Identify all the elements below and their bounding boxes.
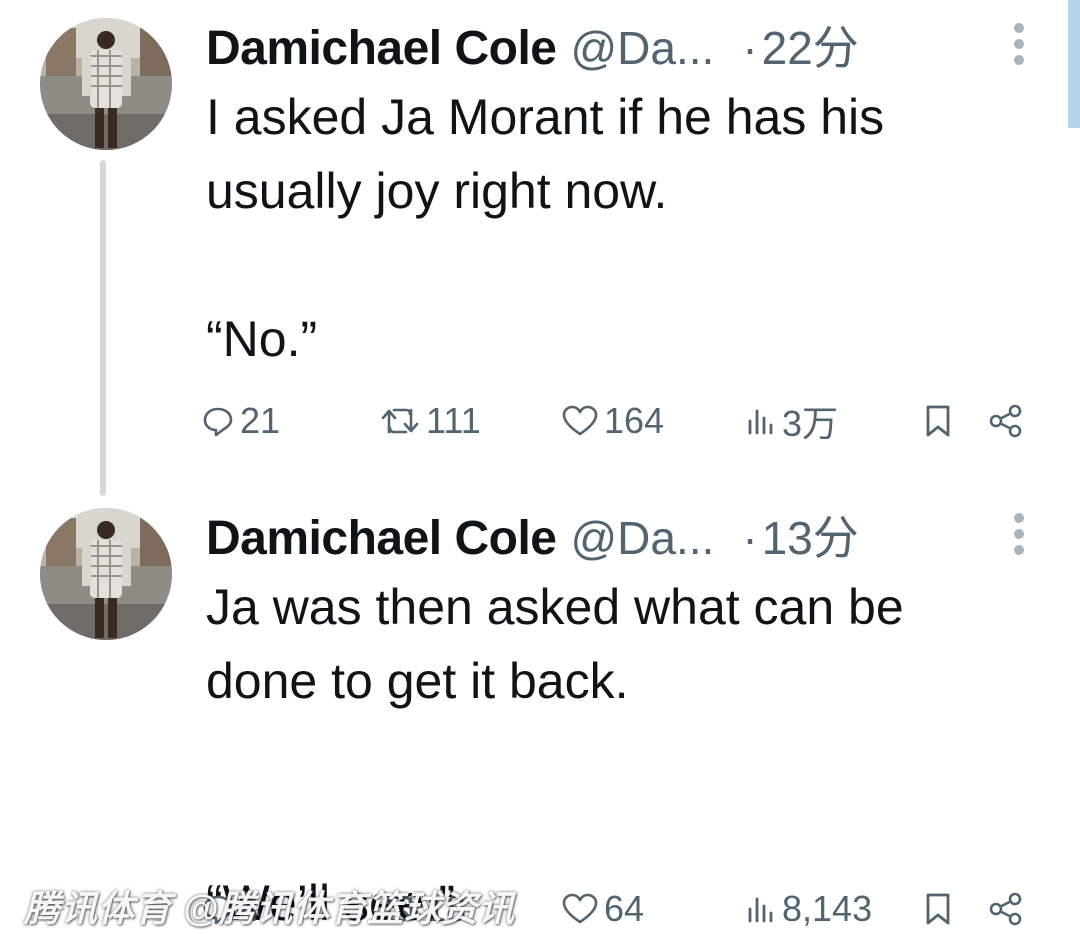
timestamp[interactable]: 22分 — [762, 12, 859, 78]
avatar[interactable] — [40, 18, 172, 150]
avatar[interactable] — [40, 508, 172, 640]
action-bar: 21 111 164 3万 — [200, 396, 1032, 446]
bookmark-icon — [924, 892, 952, 926]
like-count: 64 — [604, 888, 645, 929]
author-name[interactable]: Damichael Cole — [206, 21, 557, 76]
timestamp[interactable]: 13分 — [762, 502, 859, 568]
like-icon — [562, 405, 598, 437]
share-button[interactable] — [988, 396, 1024, 446]
more-icon[interactable] — [1012, 512, 1026, 556]
like-button[interactable]: 164 — [562, 396, 664, 446]
views-count: 3万 — [782, 403, 839, 444]
views-icon — [746, 405, 776, 437]
views-icon — [746, 893, 776, 925]
retweet-count: 111 — [426, 400, 481, 441]
like-icon — [562, 893, 598, 925]
author-name[interactable]: Damichael Cole — [206, 511, 557, 566]
reply-count: 21 — [240, 400, 281, 441]
share-icon — [988, 892, 1024, 926]
views-button[interactable]: 8,143 — [746, 884, 872, 934]
separator-dot: · — [742, 512, 758, 564]
more-icon[interactable] — [1012, 22, 1026, 66]
views-count: 8,143 — [782, 888, 873, 929]
author-handle[interactable]: @Da... — [570, 21, 714, 75]
tweet[interactable]: Damichael Cole @Da... · 13分 Ja was then … — [0, 490, 1080, 934]
author-handle[interactable]: @Da... — [570, 511, 714, 565]
tweet-header: Damichael Cole @Da... · 13分 — [206, 502, 1020, 565]
tweet-header: Damichael Cole @Da... · 22分 — [206, 12, 1020, 75]
reply-button[interactable]: 21 — [202, 396, 280, 446]
reply-icon — [202, 405, 234, 437]
like-count: 164 — [604, 400, 665, 441]
tweet[interactable]: Damichael Cole @Da... · 22分 I asked Ja M… — [0, 0, 1080, 470]
retweet-button[interactable]: 111 — [380, 396, 481, 446]
bookmark-button[interactable] — [924, 396, 952, 446]
views-button[interactable]: 3万 — [746, 396, 838, 446]
bookmark-button[interactable] — [924, 884, 952, 934]
like-button[interactable]: 64 — [562, 884, 644, 934]
bookmark-icon — [924, 404, 952, 438]
watermark: 腾讯体育 @腾讯体育篮球资讯 — [24, 888, 516, 929]
share-icon — [988, 404, 1024, 438]
tweet-thread: Damichael Cole @Da... · 22分 I asked Ja M… — [0, 0, 1080, 934]
retweet-icon — [380, 405, 420, 437]
tweet-text: I asked Ja Morant if he has his usually … — [206, 89, 885, 367]
share-button[interactable] — [988, 884, 1024, 934]
separator-dot: · — [742, 22, 758, 74]
